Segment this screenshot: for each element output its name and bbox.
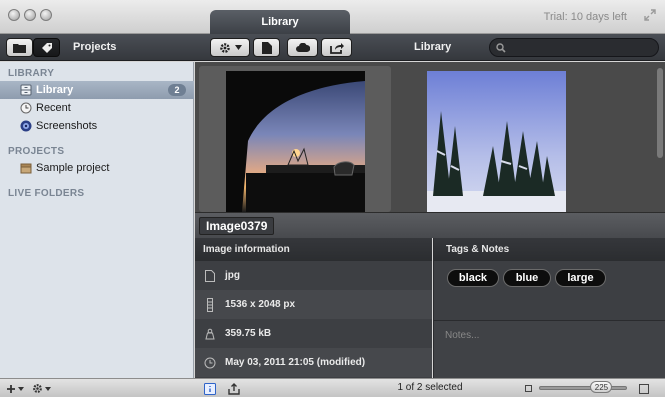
sidebar-item-label: Recent (36, 102, 71, 114)
toolbar-title: Library (414, 41, 452, 53)
image-information-panel: Image information jpg 1536 x 2048 px 359… (195, 238, 432, 378)
share-button[interactable] (321, 38, 352, 57)
count-badge: 2 (168, 84, 186, 96)
image-title-field[interactable]: Image0379 (199, 217, 275, 235)
file-type-value: jpg (225, 270, 240, 281)
tag-black[interactable]: black (447, 269, 499, 287)
image-browser (195, 62, 665, 212)
image-title-strip: Image0379 (195, 212, 665, 238)
info-row-type: jpg (195, 261, 432, 290)
trial-label: Trial: 10 days left (543, 11, 627, 23)
close-window-button[interactable] (8, 9, 20, 21)
sidebar-item-screenshots[interactable]: Screenshots (0, 117, 194, 135)
clock-icon (204, 356, 216, 370)
sidebar-item-recent[interactable]: Recent (0, 99, 194, 117)
snowy-trees-photo[interactable] (427, 71, 566, 212)
chevron-down-icon (18, 386, 24, 391)
tag-blue[interactable]: blue (503, 269, 551, 287)
action-menu-button[interactable] (210, 38, 250, 57)
projects-section-heading: PROJECTS (8, 146, 65, 157)
plus-icon (7, 384, 15, 393)
sidebar: LIBRARY Library 2 Recent Screenshots PRO… (0, 62, 194, 378)
thumbnail-size-slider-knob[interactable]: 225 (590, 381, 613, 393)
export-icon (228, 382, 240, 395)
tags-view-button[interactable] (33, 38, 60, 57)
notes-placeholder: Notes... (445, 330, 480, 341)
info-panel-icon (204, 382, 216, 395)
project-box-icon (20, 162, 32, 174)
fullscreen-icon[interactable] (644, 9, 656, 21)
gear-icon (219, 42, 230, 53)
clock-icon (20, 102, 32, 114)
gear-icon (33, 384, 42, 393)
tags-notes-heading: Tags & Notes (434, 238, 665, 261)
library-section-heading: LIBRARY (8, 68, 55, 79)
add-menu-button[interactable] (6, 381, 24, 396)
image-information-heading: Image information (195, 238, 432, 261)
document-icon (261, 41, 272, 54)
export-button[interactable] (228, 381, 240, 396)
cloud-button[interactable] (287, 38, 318, 57)
search-input[interactable] (489, 38, 659, 57)
tags-notes-panel: Tags & Notes black blue large Notes... (433, 238, 665, 378)
zoom-window-button[interactable] (40, 9, 52, 21)
chevron-down-icon (234, 45, 242, 50)
tag-large[interactable]: large (555, 269, 606, 287)
tab-library[interactable]: Library (210, 10, 350, 35)
folder-view-button[interactable] (6, 38, 33, 57)
screenshots-icon (20, 120, 32, 132)
share-icon (329, 42, 344, 54)
search-icon (496, 43, 506, 53)
tag-icon (41, 42, 52, 53)
settings-menu-button[interactable] (32, 381, 51, 396)
date-value: May 03, 2011 21:05 (modified) (225, 357, 366, 368)
weight-icon (204, 327, 216, 341)
dimensions-icon (204, 297, 216, 312)
file-size-value: 359.75 kB (225, 328, 272, 339)
live-folders-section-heading: LIVE FOLDERS (8, 188, 85, 199)
projects-label[interactable]: Projects (73, 41, 116, 53)
selection-status: 1 of 2 selected (397, 382, 463, 393)
info-row-size: 359.75 kB (195, 319, 432, 348)
browser-scrollbar[interactable] (657, 68, 663, 158)
folder-icon (13, 43, 26, 53)
thumbnail-size-slider[interactable] (539, 386, 627, 390)
toolbar: Projects Library (0, 34, 665, 61)
info-row-date: May 03, 2011 21:05 (modified) (195, 348, 432, 377)
sidebar-item-library[interactable]: Library 2 (0, 81, 194, 99)
file-icon (204, 269, 216, 283)
title-bar: Library Trial: 10 days left (0, 0, 665, 35)
cloud-icon (295, 43, 310, 52)
notes-field[interactable]: Notes... (434, 320, 665, 378)
small-thumbnail-icon[interactable] (525, 381, 532, 396)
sunset-car-photo[interactable] (226, 71, 365, 212)
library-drawer-icon (20, 84, 32, 96)
large-thumbnail-icon[interactable] (639, 381, 649, 396)
sidebar-item-label: Screenshots (36, 120, 98, 132)
sidebar-item-sample-project[interactable]: Sample project (0, 159, 194, 177)
info-toggle-button[interactable] (204, 381, 216, 396)
sidebar-item-label: Library (36, 84, 74, 96)
bottom-bar: 1 of 2 selected 225 (0, 378, 665, 397)
minimize-window-button[interactable] (24, 9, 36, 21)
chevron-down-icon (45, 386, 51, 391)
new-document-button[interactable] (253, 38, 280, 57)
info-row-dimensions: 1536 x 2048 px (195, 290, 432, 319)
sidebar-item-label: Sample project (36, 162, 110, 174)
dimensions-value: 1536 x 2048 px (225, 299, 296, 310)
